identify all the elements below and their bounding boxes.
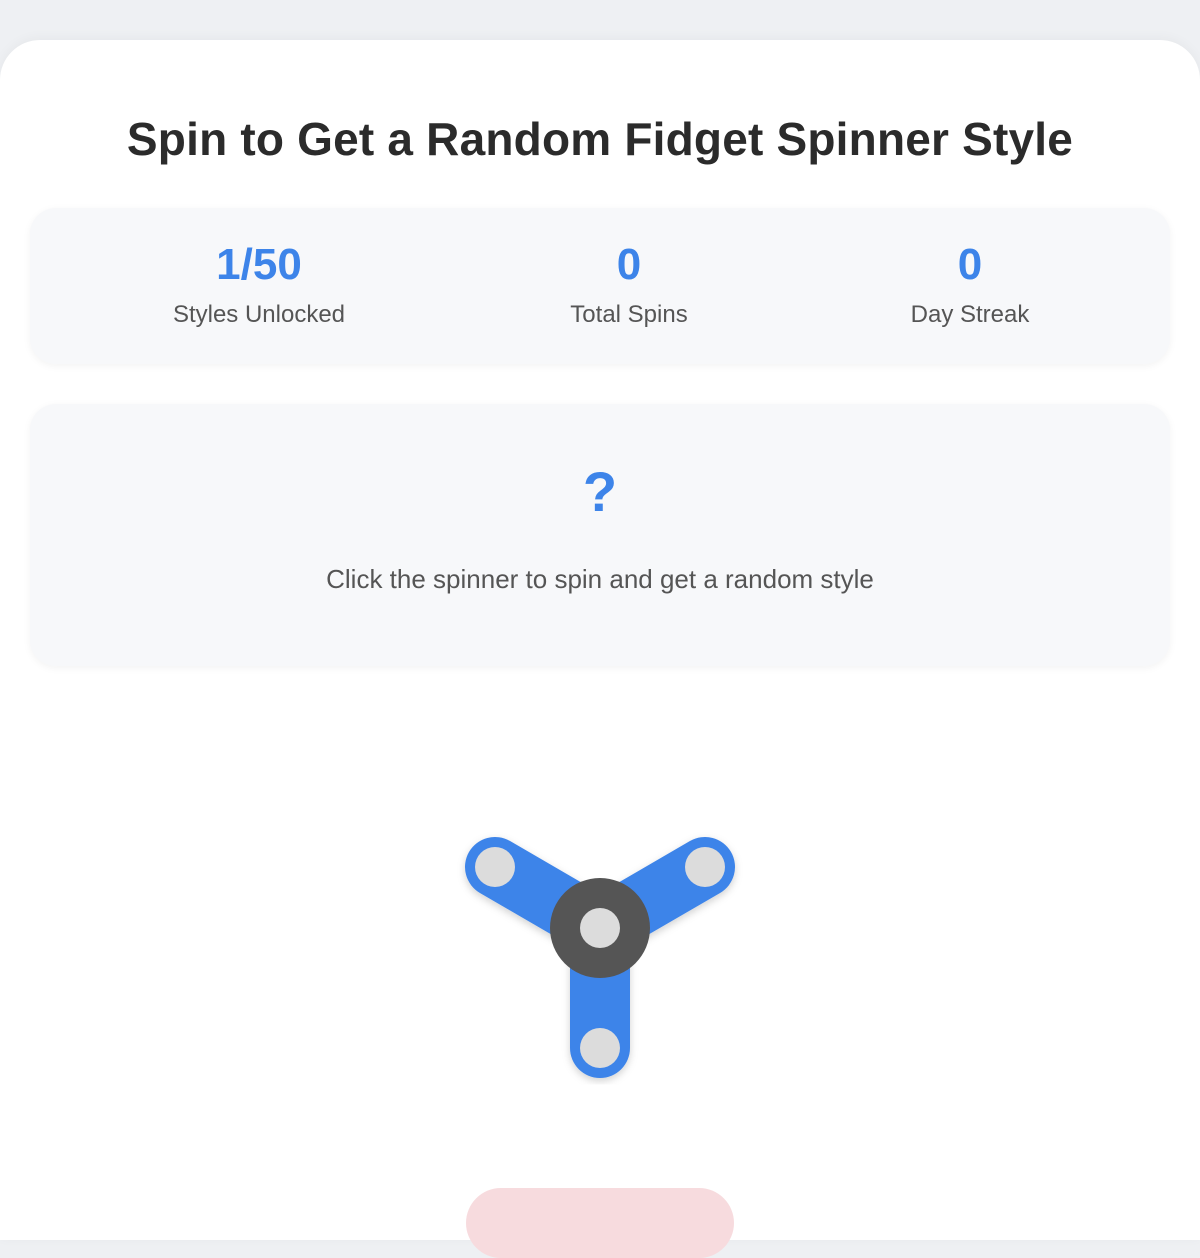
stat-day-streak-label: Day Streak: [910, 301, 1030, 328]
spinner-bearing-bottom: [580, 1028, 620, 1068]
result-hint: Click the spinner to spin and get a rand…: [326, 564, 874, 594]
spin-button[interactable]: [466, 1188, 734, 1258]
spinner-bearing-right: [685, 847, 725, 887]
fidget-spinner-icon: [465, 837, 735, 1078]
stat-day-streak-value: 0: [957, 240, 983, 289]
spinner-bearing-left: [475, 847, 515, 887]
stat-total-spins-value: 0: [616, 240, 642, 289]
result-panel: ? Click the spinner to spin and get a ra…: [30, 404, 1170, 666]
stat-styles-unlocked: 1/50 Styles Unlocked: [109, 238, 409, 330]
stat-styles-unlocked-label: Styles Unlocked: [172, 301, 346, 328]
spinner-center-bearing: [580, 908, 620, 948]
stats-panel: 1/50 Styles Unlocked 0 Total Spins 0 Day…: [30, 208, 1170, 364]
result-question-mark: ?: [582, 460, 618, 523]
page-title: Spin to Get a Random Fidget Spinner Styl…: [126, 113, 1074, 165]
stat-styles-unlocked-value: 1/50: [216, 240, 302, 289]
stat-day-streak: 0 Day Streak: [820, 238, 1120, 330]
stat-total-spins-label: Total Spins: [570, 301, 688, 328]
main-card: Spin to Get a Random Fidget Spinner Styl…: [0, 40, 1200, 1258]
fidget-spinner[interactable]: [450, 820, 750, 1130]
stat-total-spins: 0 Total Spins: [479, 238, 779, 330]
